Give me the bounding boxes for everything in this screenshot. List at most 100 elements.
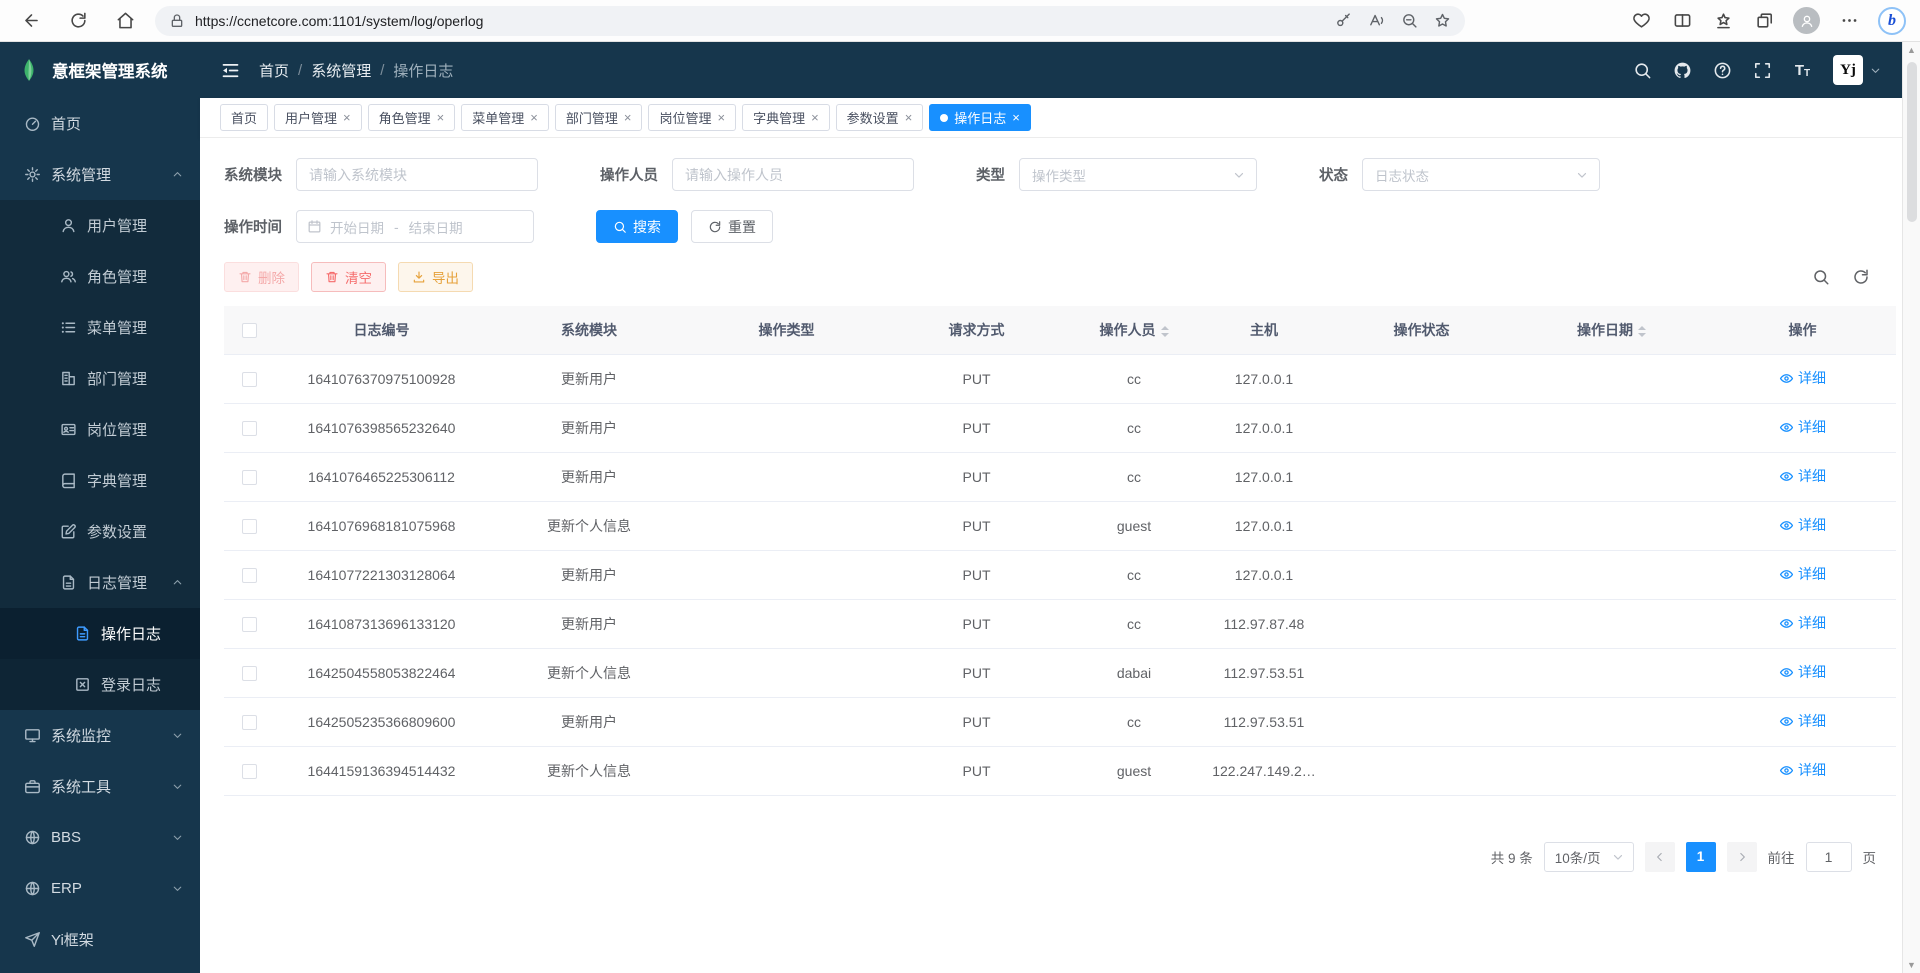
sidebar-item[interactable]: 菜单管理 [0, 302, 200, 353]
select-all-checkbox[interactable] [242, 323, 257, 338]
close-icon[interactable]: × [717, 111, 725, 124]
more-icon[interactable] [1837, 9, 1861, 33]
url-text[interactable]: https://ccnetcore.com:1101/system/log/op… [195, 13, 483, 29]
font-size-icon[interactable]: TT [1793, 60, 1812, 80]
scroll-down-icon[interactable]: ▼ [1903, 960, 1920, 970]
tab[interactable]: 部门管理× [555, 104, 643, 131]
row-checkbox[interactable] [242, 421, 257, 436]
export-button[interactable]: 导出 [398, 262, 473, 292]
tab[interactable]: 菜单管理× [461, 104, 549, 131]
column-header[interactable]: 操作人员 [1069, 306, 1199, 354]
sidebar-item[interactable]: 系统监控 [0, 710, 200, 761]
sidebar-item[interactable]: 岗位管理 [0, 404, 200, 455]
page-size-select[interactable]: 10条/页 [1544, 842, 1634, 872]
tab[interactable]: 首页 [220, 104, 268, 131]
sidebar-item[interactable]: Yi框架 [0, 914, 200, 965]
close-icon[interactable]: × [811, 111, 819, 124]
detail-link[interactable]: 详细 [1779, 368, 1826, 388]
breadcrumb-item[interactable]: 首页 [259, 60, 289, 81]
sidebar-item[interactable]: 系统管理 [0, 149, 200, 200]
split-screen-icon[interactable] [1670, 9, 1694, 33]
scrollbar[interactable]: ▲ ▼ [1902, 42, 1920, 973]
row-checkbox[interactable] [242, 715, 257, 730]
close-icon[interactable]: × [437, 111, 445, 124]
row-checkbox[interactable] [242, 470, 257, 485]
bing-icon[interactable]: b [1878, 7, 1906, 35]
type-select[interactable]: 操作类型 [1019, 158, 1257, 191]
home-icon[interactable] [112, 7, 139, 34]
detail-link[interactable]: 详细 [1779, 417, 1826, 437]
back-icon[interactable] [18, 7, 45, 34]
scrollbar-thumb[interactable] [1907, 62, 1917, 222]
column-header[interactable]: 操作日期 [1514, 306, 1709, 354]
module-input[interactable] [296, 158, 538, 191]
detail-link[interactable]: 详细 [1779, 466, 1826, 486]
sort-carets-icon[interactable] [1161, 326, 1169, 337]
sidebar-item[interactable]: 用户管理 [0, 200, 200, 251]
scroll-up-icon[interactable]: ▲ [1903, 45, 1920, 55]
close-icon[interactable]: × [530, 111, 538, 124]
date-range-picker[interactable]: 开始日期 - 结束日期 [296, 210, 534, 243]
column-header[interactable]: 操作状态 [1329, 306, 1514, 354]
sidebar-item[interactable]: 系统工具 [0, 761, 200, 812]
row-checkbox[interactable] [242, 666, 257, 681]
delete-button[interactable]: 删除 [224, 262, 299, 292]
search-icon[interactable] [1633, 60, 1652, 80]
detail-link[interactable]: 详细 [1779, 662, 1826, 682]
github-icon[interactable] [1673, 60, 1692, 80]
column-header[interactable]: 操作类型 [689, 306, 884, 354]
row-checkbox[interactable] [242, 764, 257, 779]
operator-input[interactable] [672, 158, 914, 191]
detail-link[interactable]: 详细 [1779, 613, 1826, 633]
essentials-icon[interactable] [1629, 9, 1653, 33]
question-icon[interactable] [1713, 60, 1732, 80]
refresh-icon[interactable] [65, 7, 92, 34]
sidebar-item[interactable]: BBS [0, 812, 200, 863]
zoom-out-icon[interactable] [1401, 12, 1418, 29]
tab[interactable]: 角色管理× [368, 104, 456, 131]
row-checkbox[interactable] [242, 519, 257, 534]
reset-button[interactable]: 重置 [691, 210, 773, 243]
column-header[interactable]: 主机 [1199, 306, 1329, 354]
refresh-table-icon[interactable] [1852, 268, 1870, 286]
sidebar-item[interactable]: 操作日志 [0, 608, 200, 659]
column-header[interactable]: 请求方式 [884, 306, 1069, 354]
read-aloud-icon[interactable] [1368, 12, 1385, 29]
detail-link[interactable]: 详细 [1779, 760, 1826, 780]
address-bar[interactable]: https://ccnetcore.com:1101/system/log/op… [155, 6, 1465, 36]
search-button[interactable]: 搜索 [596, 210, 678, 243]
detail-link[interactable]: 详细 [1779, 515, 1826, 535]
collapse-menu-icon[interactable] [220, 60, 241, 81]
sort-carets-icon[interactable] [1638, 326, 1646, 337]
tab[interactable]: 字典管理× [742, 104, 830, 131]
sidebar-item[interactable]: 日志管理 [0, 557, 200, 608]
sidebar-item[interactable]: 字典管理 [0, 455, 200, 506]
fullscreen-icon[interactable] [1753, 60, 1772, 80]
user-logo-badge[interactable]: Yj [1833, 55, 1863, 85]
breadcrumb-item[interactable]: 系统管理 [311, 60, 371, 81]
detail-link[interactable]: 详细 [1779, 711, 1826, 731]
column-header[interactable]: 日志编号 [274, 306, 489, 354]
prev-page-button[interactable] [1645, 842, 1675, 872]
close-icon[interactable]: × [905, 111, 913, 124]
goto-page-input[interactable] [1806, 842, 1852, 872]
tab[interactable]: 参数设置× [836, 104, 924, 131]
next-page-button[interactable] [1727, 842, 1757, 872]
favorites-icon[interactable] [1711, 9, 1735, 33]
row-checkbox[interactable] [242, 617, 257, 632]
sidebar-item[interactable]: 角色管理 [0, 251, 200, 302]
column-header[interactable]: 系统模块 [489, 306, 689, 354]
chevron-down-icon[interactable] [1869, 64, 1882, 77]
sidebar-item[interactable]: ERP [0, 863, 200, 914]
row-checkbox[interactable] [242, 372, 257, 387]
toggle-search-icon[interactable] [1812, 268, 1830, 286]
current-page-button[interactable]: 1 [1686, 842, 1716, 872]
collections-icon[interactable] [1752, 9, 1776, 33]
sidebar-item[interactable]: 登录日志 [0, 659, 200, 710]
key-icon[interactable] [1335, 12, 1352, 29]
tab[interactable]: 岗位管理× [648, 104, 736, 131]
favorite-add-icon[interactable] [1434, 12, 1451, 29]
column-header[interactable]: 操作 [1709, 306, 1896, 354]
status-select[interactable]: 日志状态 [1362, 158, 1600, 191]
close-icon[interactable]: × [343, 111, 351, 124]
